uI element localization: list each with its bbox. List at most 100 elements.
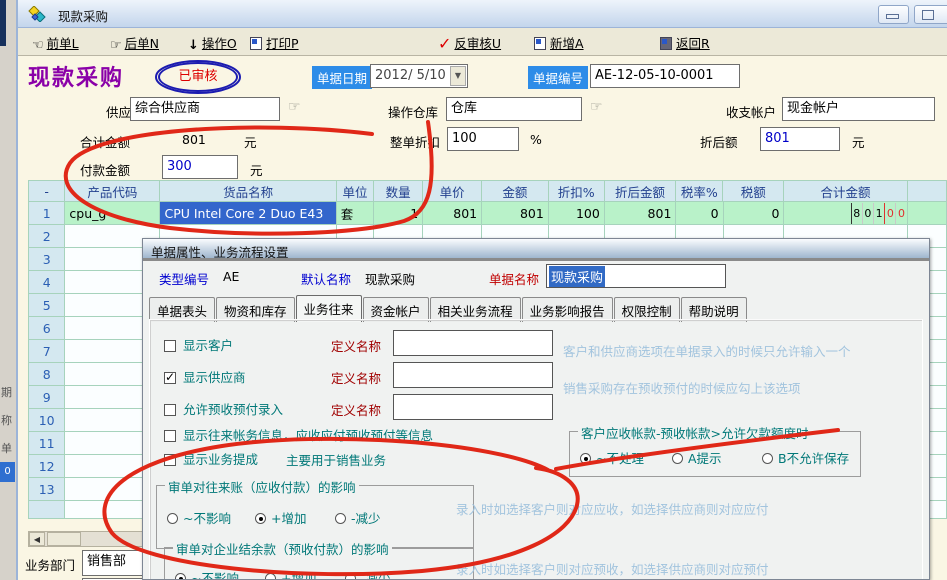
row-number-cell[interactable]: 3 — [29, 248, 65, 271]
table-cell[interactable]: 0 — [676, 202, 723, 225]
column-header: 数量 — [374, 181, 423, 202]
table-cell[interactable]: 801 — [423, 202, 482, 225]
define-name-input-3[interactable] — [393, 394, 553, 420]
warehouse-input[interactable]: 仓库 — [446, 97, 582, 121]
row-number-cell[interactable]: 12 — [29, 455, 65, 478]
account-label: 收支帐户 — [726, 102, 776, 121]
new-button[interactable]: 新增A — [534, 33, 584, 51]
prev-doc-button[interactable]: ☜前单L — [32, 33, 79, 51]
toolbar: ☜前单L ☞后单N ↓操作O 打印P ✓反审核U 新增A 返回R — [18, 28, 947, 56]
checkbox-icon[interactable] — [164, 454, 176, 466]
scroll-left-arrow-icon[interactable]: ◀ — [29, 532, 45, 546]
radio-selected-icon[interactable] — [255, 513, 266, 524]
show-customer-checkbox[interactable]: 显示客户 — [164, 335, 233, 354]
row-number-cell[interactable]: 4 — [29, 271, 65, 294]
row-number-cell[interactable]: 7 — [29, 340, 65, 363]
after-discount-input[interactable]: 801 — [760, 127, 840, 151]
radio-icon[interactable] — [762, 453, 773, 464]
window-title: 现款采购 — [58, 6, 108, 25]
operate-button[interactable]: ↓操作O — [188, 33, 237, 51]
tab-yewuwanglai[interactable]: 业务往来 — [296, 295, 362, 322]
radio-no-effect[interactable]: ~不影响 — [167, 508, 231, 527]
row-number-cell[interactable]: 9 — [29, 386, 65, 409]
radio-icon[interactable] — [672, 453, 683, 464]
table-cell[interactable]: 801 — [605, 202, 677, 225]
define-name-input-2[interactable] — [393, 362, 553, 388]
row-number-cell[interactable]: 5 — [29, 294, 65, 317]
hint-customer-supplier: 客户和供应商选项在单据录入的时候只允许输入一个 — [563, 341, 851, 360]
print-button[interactable]: 打印P — [250, 33, 299, 51]
radio-decrease[interactable]: -减少 — [345, 568, 391, 580]
total-ledger-cell[interactable]: 80100 — [784, 202, 907, 225]
red-check-icon: ✓ — [438, 34, 451, 53]
radio-icon[interactable] — [345, 573, 356, 580]
background-selected-fragment: 0 — [0, 462, 15, 482]
unaudit-button[interactable]: ✓反审核U — [438, 33, 501, 51]
radio-b-no-save[interactable]: B不允许保存 — [762, 448, 849, 467]
table-cell[interactable]: 801 — [482, 202, 549, 225]
row-number-cell[interactable]: 1 — [29, 202, 65, 225]
table-cell[interactable] — [908, 202, 947, 225]
row-number-cell[interactable]: 2 — [29, 225, 65, 248]
table-cell[interactable]: 0 — [724, 202, 785, 225]
scrollbar-thumb[interactable] — [47, 532, 81, 546]
table-cell[interactable]: CPU Intel Core 2 Duo E43 — [160, 202, 336, 225]
docno-input[interactable]: AE-12-05-10-0001 — [590, 64, 740, 88]
row-number-cell[interactable]: 6 — [29, 317, 65, 340]
next-doc-button[interactable]: ☞后单N — [110, 33, 159, 51]
radio-no-action[interactable]: ~不处理 — [580, 448, 644, 467]
row-number-cell[interactable]: 11 — [29, 432, 65, 455]
checkbox-icon[interactable] — [164, 404, 176, 416]
allow-prepay-checkbox[interactable]: 允许预收预付录入 — [164, 399, 283, 418]
ledger-digit-slot: 8 — [851, 203, 862, 224]
maximize-button[interactable] — [914, 5, 947, 24]
show-supplier-checkbox[interactable]: 显示供应商 — [164, 367, 246, 386]
define-name-input-1[interactable] — [393, 330, 553, 356]
show-commission-checkbox[interactable]: 显示业务提成 — [164, 449, 258, 468]
radio-selected-icon[interactable] — [175, 573, 186, 580]
table-cell[interactable]: cpu_g — [65, 202, 160, 225]
audit-balance-effect-group: 审单对企业结余款（预收付款）的影响 ~不影响 +增加 -减少 — [164, 547, 474, 580]
dialog-titlebar[interactable]: 单据属性、业务流程设置 — [143, 239, 929, 261]
screen: 期 称 单 0 现款采购 ☜前单L ☞后单N ↓操作O 打印P ✓反审核U 新增… — [0, 0, 947, 580]
radio-icon[interactable] — [265, 573, 276, 580]
background-titlebar-fragment — [0, 0, 6, 46]
table-cell[interactable]: 1 — [374, 202, 423, 225]
selected-text: 现款采购 — [549, 266, 605, 287]
radio-icon[interactable] — [167, 513, 178, 524]
lookup-hand-icon[interactable]: ☞ — [288, 99, 301, 115]
radio-icon[interactable] — [335, 513, 346, 524]
show-account-info-checkbox[interactable]: 显示往来帐务信息，应收应付预收预付等信息 — [164, 425, 433, 444]
account-input[interactable]: 现金帐户 — [782, 97, 935, 121]
radio-increase[interactable]: +增加 — [255, 508, 306, 527]
row-number-cell[interactable]: 8 — [29, 363, 65, 386]
supplier-input[interactable]: 综合供应商 — [130, 97, 280, 121]
audited-stamp: 已审核 — [158, 62, 238, 92]
date-combobox[interactable]: 2012/ 5/10 ▼ — [370, 64, 468, 88]
doc-name-input[interactable]: 现款采购 — [546, 264, 726, 288]
payment-label: 付款金额 — [80, 160, 130, 179]
return-button[interactable]: 返回R — [660, 33, 710, 51]
discount-input[interactable]: 100 — [447, 127, 519, 151]
lookup-hand-icon[interactable]: ☞ — [590, 99, 603, 115]
payment-input[interactable]: 300 — [162, 155, 238, 179]
hand-left-icon: ☜ — [32, 38, 44, 53]
row-number-cell[interactable]: 13 — [29, 478, 65, 501]
chevron-down-icon[interactable]: ▼ — [450, 66, 466, 86]
row-number-cell[interactable]: 10 — [29, 409, 65, 432]
radio-decrease[interactable]: -减少 — [335, 508, 381, 527]
table-cell[interactable]: 100 — [549, 202, 605, 225]
radio-increase[interactable]: +增加 — [265, 568, 316, 580]
dept-input[interactable]: 销售部 — [82, 550, 144, 576]
background-text-fragment: 称 — [1, 412, 12, 428]
column-header — [908, 181, 947, 202]
checkbox-icon[interactable] — [164, 430, 176, 442]
radio-selected-icon[interactable] — [580, 453, 591, 464]
checkbox-checked-icon[interactable] — [164, 372, 176, 384]
table-cell[interactable]: 套 — [337, 202, 374, 225]
radio-no-effect[interactable]: ~不影响 — [175, 568, 239, 580]
checkbox-icon[interactable] — [164, 340, 176, 352]
minimize-button[interactable] — [878, 5, 909, 24]
total-label: 合计金额 — [80, 132, 130, 151]
radio-a-prompt[interactable]: A提示 — [672, 448, 722, 467]
